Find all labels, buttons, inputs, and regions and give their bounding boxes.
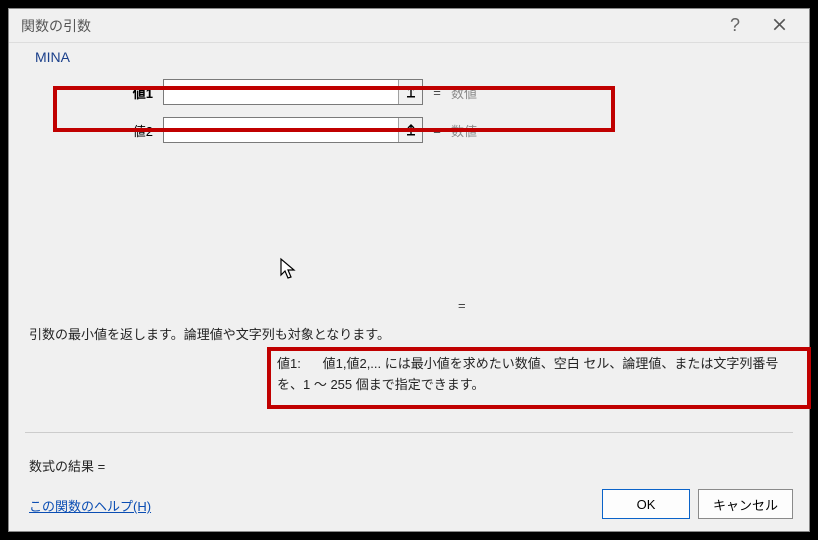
collapse-icon (405, 122, 417, 139)
argument-help-text: 値1,値2,... には最小値を求めたい数値、空白 セル、論理値、または文字列番… (277, 356, 778, 392)
collapse-icon (405, 84, 417, 101)
function-arguments-dialog: 関数の引数 ? MINA 値1 = (8, 8, 810, 532)
close-icon (773, 18, 786, 34)
cancel-label: キャンセル (713, 495, 778, 514)
arg1-input[interactable] (164, 80, 398, 104)
arg2-collapse-button[interactable] (398, 118, 422, 142)
function-help-link[interactable]: この関数のヘルプ(H) (29, 496, 151, 515)
formula-result-label: 数式の結果 = (29, 456, 105, 475)
arg1-collapse-button[interactable] (398, 80, 422, 104)
close-button[interactable] (757, 11, 801, 41)
button-row: OK キャンセル (602, 489, 793, 519)
arg-row-1: 値1 = 数値 (33, 77, 785, 107)
arg1-equals: = (423, 85, 451, 100)
argument-help-name: 値1: (277, 354, 319, 375)
arguments-group: MINA 値1 = 数値 値2 (25, 53, 793, 283)
dialog-title: 関数の引数 (21, 16, 713, 36)
arg1-input-wrap (163, 79, 423, 105)
ok-label: OK (637, 497, 656, 512)
arg2-equals: = (423, 123, 451, 138)
arg2-input-wrap (163, 117, 423, 143)
arg1-hint: 数値 (451, 83, 477, 102)
function-name: MINA (31, 49, 74, 65)
result-preview-equals: = (458, 298, 466, 313)
help-button[interactable]: ? (713, 11, 757, 41)
help-icon: ? (730, 15, 740, 36)
arg1-label: 値1 (33, 83, 163, 102)
function-description: 引数の最小値を返します。論理値や文字列も対象となります。 (29, 324, 390, 343)
arg2-hint: 数値 (451, 121, 477, 140)
cancel-button[interactable]: キャンセル (698, 489, 793, 519)
ok-button[interactable]: OK (602, 489, 690, 519)
arg-row-2: 値2 = 数値 (33, 115, 785, 145)
divider (25, 432, 793, 433)
arg2-label: 値2 (33, 121, 163, 140)
titlebar: 関数の引数 ? (9, 9, 809, 43)
arg2-input[interactable] (164, 118, 398, 142)
dialog-body: MINA 値1 = 数値 値2 (9, 43, 809, 283)
argument-help: 値1: 値1,値2,... には最小値を求めたい数値、空白 セル、論理値、または… (277, 354, 797, 396)
